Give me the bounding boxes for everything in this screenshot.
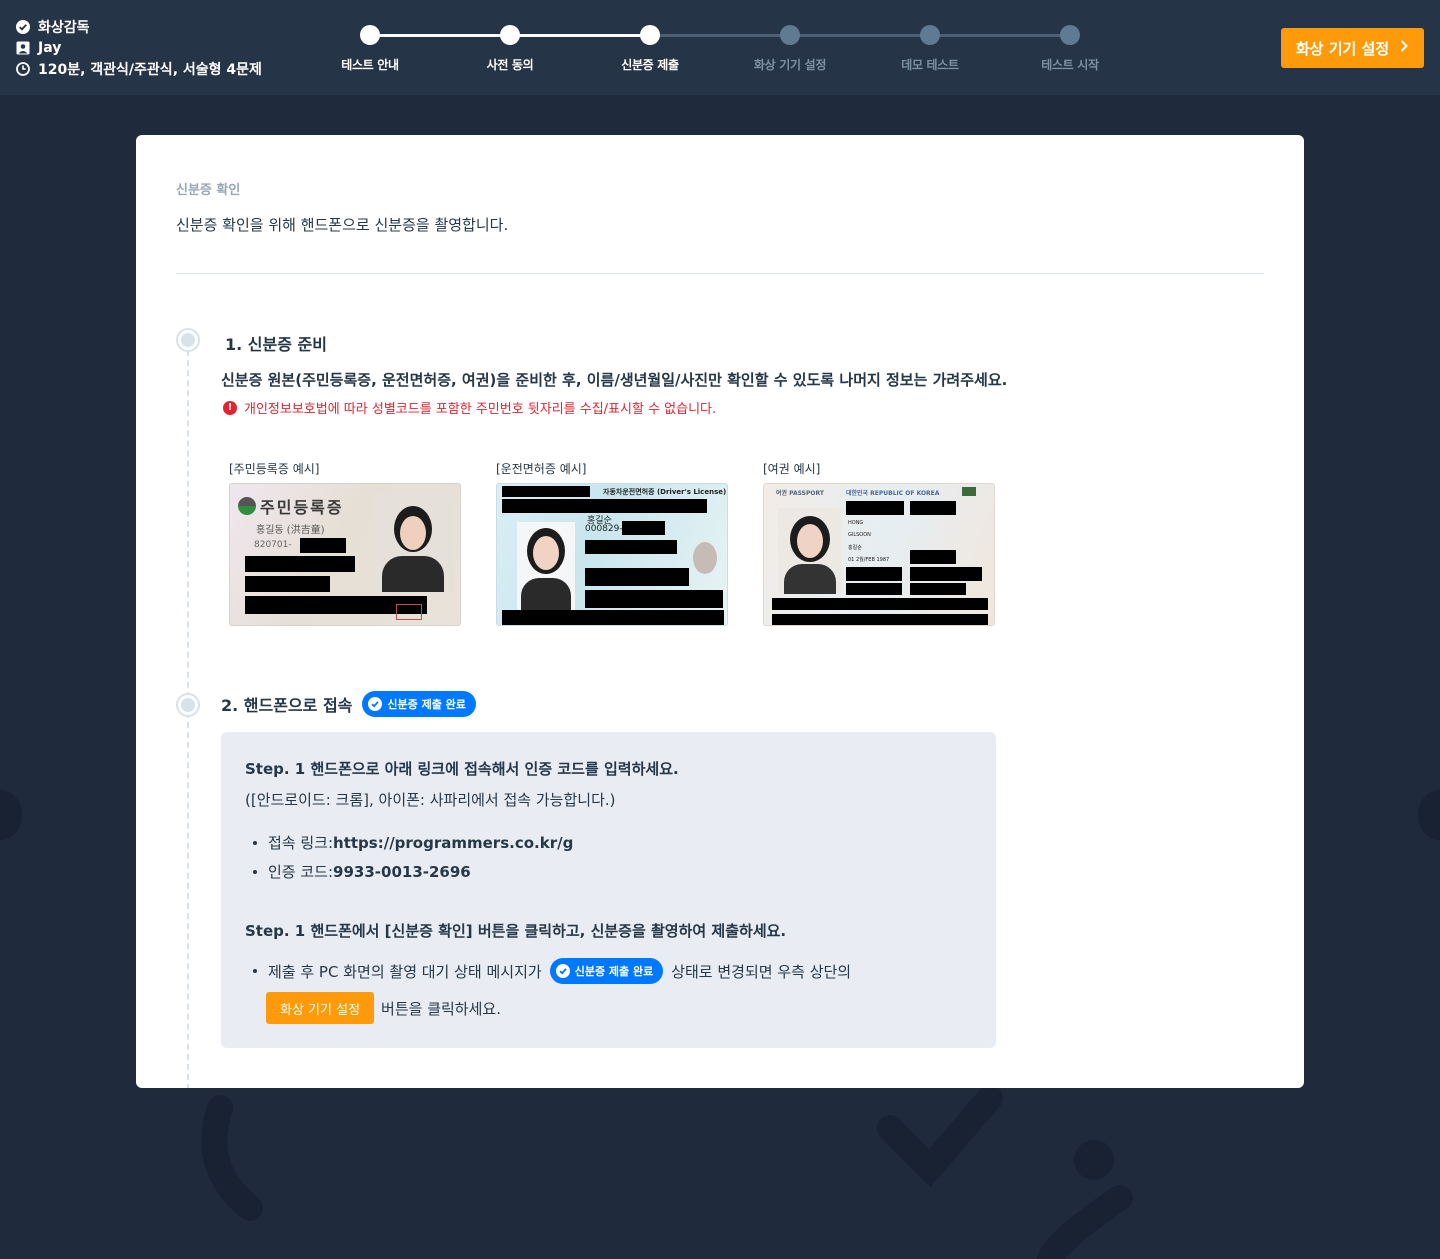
sample-passport: [여권 예시] 여권 PASSPORT 대한민국 REPUBLIC OF KOR… [763,460,995,626]
check-circle-icon [555,964,570,978]
background-decoration [1074,1140,1114,1180]
guide-step-2-text-before: 제출 후 PC 화면의 촬영 대기 상태 메시지가 [268,962,542,981]
privacy-warning: ! 개인정보보호법에 따라 성별코드를 포함한 주민번호 뒷자리를 수집/표시할… [223,398,716,417]
section-2-title-row: 2. 핸드폰으로 접속 신분증 제출 완료 [221,691,476,717]
clock-icon [16,61,30,76]
device-setup-button[interactable]: 화상 기기 설정 [1281,28,1424,68]
id-verification-card: 신분증 확인 신분증 확인을 위해 핸드폰으로 신분증을 촬영합니다. 1. 신… [136,135,1304,1088]
step-id-submit: 신분증 제출 [580,22,720,73]
auth-code-label: 인증 코드: [268,863,334,881]
divider [176,273,1264,274]
test-info-panel: 화상감독 Jay 120분, 객관식/주관식, 서술형 4문제 [16,16,262,79]
card-subtitle: 신분증 확인 [176,183,241,198]
chevron-right-icon [1399,39,1409,57]
guide-step-2-text-end: 버튼을 클릭하세요. [381,999,501,1018]
background-decoration [1418,790,1440,840]
sample-label: [운전면허증 예시] [496,462,587,476]
section-1-title: 1. 신분증 준비 [225,335,327,354]
user-name-text: Jay [38,39,62,56]
monitor-type-text: 화상감독 [38,19,90,36]
step-consent: 사전 동의 [440,22,580,73]
resident-card-number: 820701- [254,540,292,550]
license-card-title: 자동차운전면허증 (Driver's License) [603,488,727,496]
sample-label: [여권 예시] [763,462,821,476]
check-circle-icon [16,19,30,34]
sample-resident-card: [주민등록증 예시] 주민등록증 홍길동 (洪吉童) 820701- [229,460,461,626]
license-number: 000829- [585,524,623,534]
driver-license-image: 자동차운전면허증 (Driver's License) 홍길순 000829- [496,483,728,626]
step-test-guide: 테스트 안내 [300,22,440,73]
sample-label: [주민등록증 예시] [229,462,320,476]
auth-code-item: 인증 코드: 9933-0013-2696 [253,861,471,882]
passport-title: 여권 PASSPORT [776,490,824,497]
guide-step-2-item-cont: 화상 기기 설정 버튼을 클릭하세요. [266,992,501,1024]
section-1-text: 신분증 원본(주민등록증, 운전면허증, 여권)을 준비한 후, 이름/생년월일… [221,371,1008,389]
test-duration-text: 120분, 객관식/주관식, 서술형 4문제 [38,61,262,78]
sample-driver-license: [운전면허증 예시] 자동차운전면허증 (Driver's License) 홍… [496,460,728,626]
guide-step-2-text-after: 상태로 변경되면 우측 상단의 [671,962,852,981]
step-test-start: 테스트 시작 [1000,22,1140,73]
access-link[interactable]: https://programmers.co.kr/g [333,834,573,852]
guide-step-2-title: Step. 1 핸드폰에서 [신분증 확인] 버튼을 클릭하고, 신분증을 촬영… [245,922,787,940]
guide-step-1-title: Step. 1 핸드폰으로 아래 링크에 접속해서 인증 코드를 입력하세요. [245,760,679,778]
korea-emblem-icon [238,497,256,515]
id-submitted-badge-inline: 신분증 제출 완료 [549,958,664,984]
user-icon [16,41,30,55]
resident-card-title: 주민등록증 [260,498,344,517]
id-photo [778,508,842,594]
alert-icon: ! [223,400,237,415]
phone-access-guide: Step. 1 핸드폰으로 아래 링크에 접속해서 인증 코드를 입력하세요. … [221,732,996,1048]
timeline-dot-2 [176,693,200,717]
resident-card-image: 주민등록증 홍길동 (洪吉童) 820701- [229,483,461,626]
device-setup-button-label: 화상 기기 설정 [1295,39,1390,58]
timeline-dot-1 [176,328,200,352]
passport-korean-name: 홍길순 [848,545,862,551]
step-device-setup: 화상 기기 설정 [720,22,860,73]
passport-birth: 01 2월/FEB 1987 [848,557,890,563]
card-description: 신분증 확인을 위해 핸드폰으로 신분증을 촬영합니다. [176,216,509,234]
check-circle-icon [368,697,383,711]
access-link-label: 접속 링크: [268,834,334,852]
privacy-warning-text: 개인정보보호법에 따라 성별코드를 포함한 주민번호 뒷자리를 수집/표시할 수… [244,402,717,417]
inline-device-setup-button[interactable]: 화상 기기 설정 [266,992,375,1024]
inline-badge-label: 신분증 제출 완료 [574,965,654,978]
id-photo [517,522,575,610]
resident-card-name: 홍길동 (洪吉童) [256,525,325,536]
id-submitted-badge-label: 신분증 제출 완료 [387,698,466,711]
background-decoration [201,1088,1133,1259]
auth-code-value: 9933-0013-2696 [333,862,471,881]
id-photo-small [693,542,717,574]
passport-flag-icon [962,487,976,496]
background-decoration [0,790,22,840]
progress-stepper: 테스트 안내 사전 동의 신분증 제출 화상 기기 설정 데모 테스트 테스트 … [340,22,1130,72]
passport-surname: HONG [848,520,864,526]
id-submitted-badge: 신분증 제출 완료 [362,691,476,717]
passport-image: 여권 PASSPORT 대한민국 REPUBLIC OF KOREA HONG … [763,483,995,626]
passport-given-name: GILSOON [848,532,871,538]
guide-step-1-note: ([안드로이드: 크롬], 아이폰: 사파리에서 접속 가능합니다.) [245,791,616,809]
section-2-title: 2. 핸드폰으로 접속 [221,696,353,715]
step-demo-test: 데모 테스트 [860,22,1000,73]
top-bar: 화상감독 Jay 120분, 객관식/주관식, 서술형 4문제 테스트 안내 사… [0,0,1440,95]
id-photo [372,494,454,592]
passport-country: 대한민국 REPUBLIC OF KOREA [846,490,940,497]
stamp [396,604,422,620]
guide-step-2-item: 제출 후 PC 화면의 촬영 대기 상태 메시지가 신분증 제출 완료 상태로 … [253,958,851,984]
access-link-item: 접속 링크: https://programmers.co.kr/g [253,832,573,853]
